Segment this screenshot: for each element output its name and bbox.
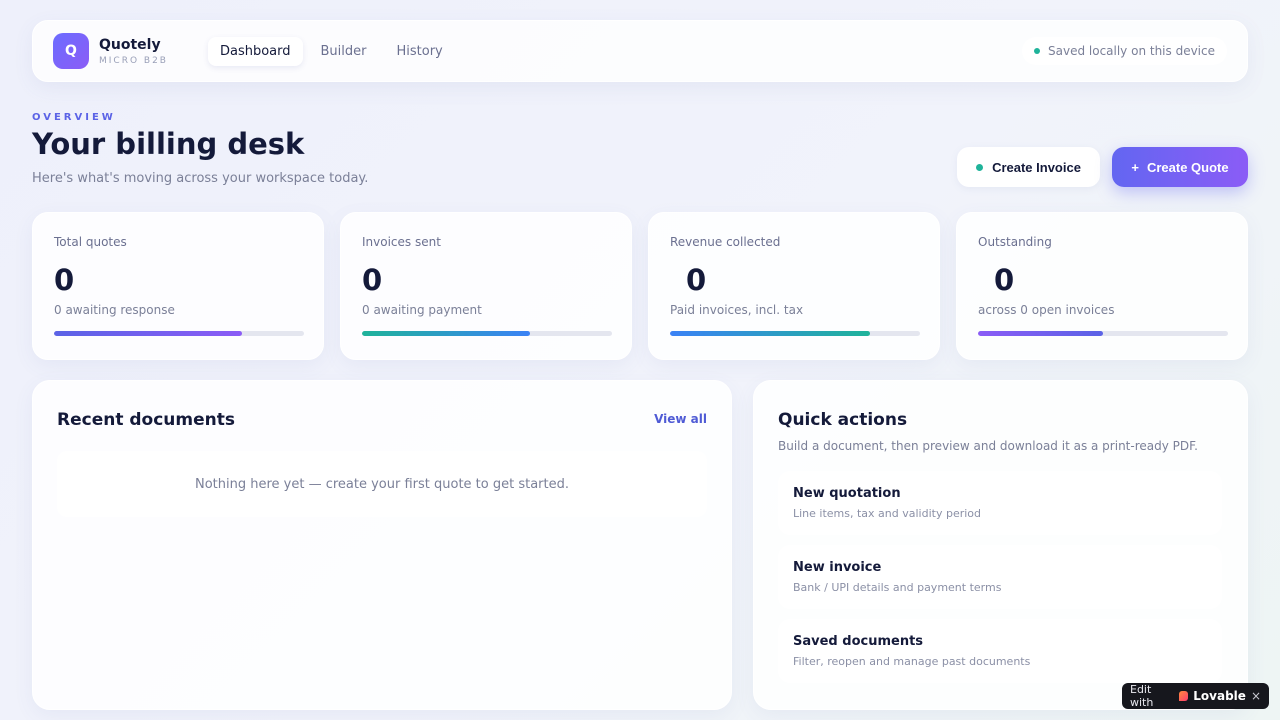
edit-with-lovable-badge[interactable]: Edit with Lovable × bbox=[1122, 683, 1269, 709]
stat-progress-track bbox=[670, 331, 920, 336]
stat-progress-track bbox=[362, 331, 612, 336]
brand-name: Quotely bbox=[99, 36, 161, 53]
nav-builder[interactable]: Builder bbox=[309, 37, 379, 66]
brand-subtitle: MICRO B2B bbox=[99, 55, 168, 66]
badge-prefix: Edit with bbox=[1130, 683, 1154, 709]
stat-card-invoices-sent: Invoices sent 0 0 awaiting payment bbox=[340, 212, 632, 360]
quick-action-title: New quotation bbox=[793, 486, 901, 501]
create-quote-button[interactable]: + Create Quote bbox=[1112, 147, 1248, 187]
lovable-heart-icon bbox=[1179, 691, 1189, 701]
stat-note: 0 awaiting response bbox=[54, 303, 175, 317]
nav-dashboard[interactable]: Dashboard bbox=[207, 36, 303, 66]
empty-state-text: Nothing here yet — create your first quo… bbox=[194, 476, 570, 492]
stat-label: Invoices sent bbox=[362, 235, 441, 249]
save-status-badge: Saved locally on this device bbox=[1022, 37, 1227, 65]
quick-actions-panel: Quick actions Build a document, then pre… bbox=[753, 380, 1248, 710]
page-subtitle: Here's what's moving across your workspa… bbox=[32, 171, 369, 186]
quick-action-title: Saved documents bbox=[793, 634, 924, 649]
stat-progress-fill bbox=[978, 331, 1103, 336]
stat-label: Revenue collected bbox=[670, 235, 781, 249]
recent-documents-title: Recent documents bbox=[57, 410, 235, 430]
main-nav: Dashboard Builder History bbox=[207, 36, 455, 66]
recent-documents-panel: Recent documents View all Nothing here y… bbox=[32, 380, 732, 710]
badge-brand: Lovable bbox=[1193, 689, 1246, 703]
stat-card-outstanding: Outstanding 0 across 0 open invoices bbox=[956, 212, 1248, 360]
stat-progress-track bbox=[978, 331, 1228, 336]
stat-label: Total quotes bbox=[54, 235, 127, 249]
stat-progress-fill bbox=[670, 331, 870, 336]
plus-icon: + bbox=[1131, 159, 1139, 175]
stat-value: 0 bbox=[994, 263, 1015, 297]
view-all-link[interactable]: View all bbox=[654, 412, 707, 426]
stat-value: 0 bbox=[686, 263, 707, 297]
stat-value: 0 bbox=[362, 263, 383, 297]
close-icon[interactable]: × bbox=[1251, 689, 1261, 703]
stat-note: across 0 open invoices bbox=[978, 303, 1115, 317]
stat-progress-fill bbox=[362, 331, 530, 336]
stat-note: Paid invoices, incl. tax bbox=[670, 303, 804, 317]
page-title: Your billing desk bbox=[32, 127, 305, 161]
logo-icon[interactable]: Q bbox=[53, 33, 89, 69]
stat-note: 0 awaiting payment bbox=[362, 303, 482, 317]
stat-progress-track bbox=[54, 331, 304, 336]
brand: Quotely MICRO B2B bbox=[99, 37, 168, 66]
stat-label: Outstanding bbox=[978, 235, 1052, 249]
create-invoice-label: Create Invoice bbox=[992, 159, 1081, 175]
stat-card-revenue-collected: Revenue collected 0 Paid invoices, incl.… bbox=[648, 212, 940, 360]
stat-progress-fill bbox=[54, 331, 242, 336]
page-overline: OVERVIEW bbox=[32, 112, 116, 123]
quick-action-desc: Bank / UPI details and payment terms bbox=[793, 581, 1002, 594]
empty-state: Nothing here yet — create your first quo… bbox=[57, 451, 707, 517]
quick-action-saved-documents[interactable]: Saved documents Filter, reopen and manag… bbox=[778, 619, 1222, 683]
status-dot-icon bbox=[1034, 48, 1040, 54]
quick-action-new-invoice[interactable]: New invoice Bank / UPI details and payme… bbox=[778, 545, 1222, 609]
quick-actions-subtitle: Build a document, then preview and downl… bbox=[778, 439, 1198, 453]
stat-value: 0 bbox=[54, 263, 75, 297]
create-invoice-button[interactable]: Create Invoice bbox=[957, 147, 1100, 187]
stat-card-total-quotes: Total quotes 0 0 awaiting response bbox=[32, 212, 324, 360]
invoice-dot-icon bbox=[976, 163, 984, 171]
save-status-text: Saved locally on this device bbox=[1048, 44, 1215, 58]
top-bar: Q Quotely MICRO B2B Dashboard Builder Hi… bbox=[32, 20, 1248, 82]
quick-actions-title: Quick actions bbox=[778, 410, 908, 430]
quick-action-title: New invoice bbox=[793, 560, 882, 575]
create-quote-label: Create Quote bbox=[1146, 159, 1229, 175]
quick-action-new-quotation[interactable]: New quotation Line items, tax and validi… bbox=[778, 471, 1222, 535]
nav-history[interactable]: History bbox=[385, 37, 455, 66]
quick-action-desc: Line items, tax and validity period bbox=[793, 507, 982, 520]
quick-action-desc: Filter, reopen and manage past documents bbox=[793, 655, 1031, 668]
